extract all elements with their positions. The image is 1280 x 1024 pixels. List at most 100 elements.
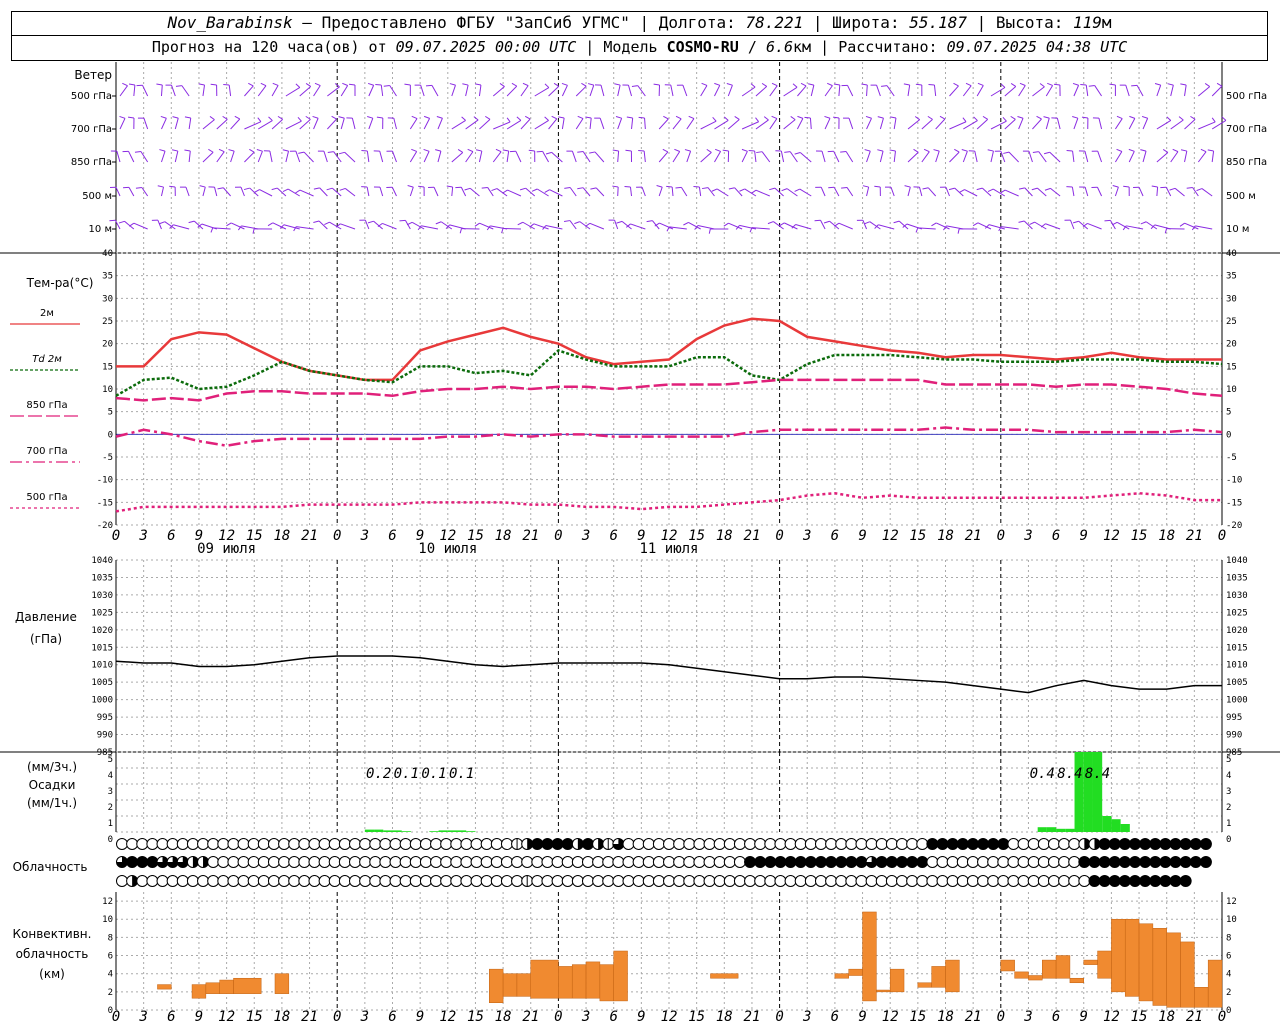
- conv-tick-label-right: 10: [1226, 915, 1237, 925]
- hour-tick-label: 0: [554, 528, 562, 544]
- wind-barb-flag: [1204, 83, 1210, 87]
- cloud-cover-symbol: [865, 838, 878, 850]
- conv-cloud-bar: [848, 968, 863, 976]
- wind-barb-flag: [666, 185, 673, 188]
- wind-barb-shaft: [534, 120, 549, 130]
- cloud-cover-symbol: [1108, 875, 1121, 887]
- wind-barb-flag: [558, 116, 565, 119]
- cloud-cover-symbol: [987, 875, 1000, 887]
- cloud-cover-symbol: [541, 838, 554, 850]
- cloud-cover-symbol: [1179, 856, 1192, 868]
- conv-cloud-bar: [834, 973, 849, 979]
- wind-barb-flag: [425, 84, 433, 87]
- hour-tick-label: 6: [609, 1009, 617, 1024]
- wind-barb-flag: [248, 82, 254, 87]
- wind-barb-shaft: [174, 150, 179, 163]
- wind-barb-shaft: [976, 118, 989, 130]
- cloud-cover-symbol: [794, 838, 807, 850]
- wind-barb-shaft: [686, 118, 695, 130]
- wind-barb-shaft: [1142, 118, 1149, 130]
- temp-tick-label-left: -10: [97, 476, 113, 486]
- cloud-cover-symbol: [683, 875, 696, 887]
- wind-barb-flag: [528, 149, 535, 152]
- wind-barb-flag: [313, 220, 320, 223]
- temp-tick-label-right: 25: [1226, 317, 1237, 327]
- cloud-cover-symbol: [723, 875, 736, 887]
- cloud-cover-symbol: [612, 875, 625, 887]
- temp-series-3: [115, 426, 1223, 447]
- wind-barb-flag: [987, 188, 994, 192]
- wind-barb-shaft: [893, 150, 896, 163]
- wind-barb-shaft: [128, 187, 135, 197]
- conv-cloud-bar: [1166, 932, 1181, 1008]
- cloud-cover-symbol: [1027, 838, 1040, 850]
- wind-barb-flag: [563, 220, 571, 222]
- cloud-cover-symbol: [693, 875, 706, 887]
- wind-barb-shaft: [391, 187, 397, 197]
- wind-barb-shaft: [670, 84, 674, 97]
- wind-barb-shaft: [437, 150, 442, 163]
- precip-tick-label-right: 5: [1226, 755, 1231, 765]
- wind-barb-flag: [423, 115, 430, 119]
- temp-tick-label-right: 15: [1226, 362, 1237, 372]
- cloud-cover-symbol: [592, 875, 605, 887]
- cloud-cover-symbol: [379, 875, 392, 887]
- cloud-cover-symbol: [1037, 875, 1050, 887]
- cloud-cover-symbol: [318, 856, 331, 868]
- wind-barb-shaft: [1114, 118, 1123, 130]
- cloud-cover-symbol: [419, 838, 432, 850]
- wind-barb-shaft: [949, 121, 967, 130]
- cloud-cover-symbol: [399, 838, 412, 850]
- cloud-cover-symbol: [1078, 875, 1091, 887]
- cloud-cover-symbol: [703, 875, 716, 887]
- wind-barb-shaft: [1004, 86, 1017, 97]
- cloud-cover-symbol: [551, 856, 564, 868]
- hour-tick-label: 12: [882, 1009, 899, 1024]
- conv-tick-label-right: 2: [1226, 988, 1231, 998]
- precip-tick-label-left: 0: [108, 835, 113, 845]
- wind-barb-flag: [751, 189, 757, 194]
- wind-barb-flag: [208, 148, 214, 153]
- wind-barb-shaft: [954, 187, 964, 197]
- cloud-cover-symbol: [1179, 875, 1192, 887]
- cloud-cover-symbol: [450, 838, 463, 850]
- cloud-cover-symbol: [1007, 875, 1020, 887]
- wind-barb-flag: [959, 189, 965, 193]
- temp-series-2: [115, 378, 1223, 402]
- cloud-cover-symbol: [1189, 838, 1202, 850]
- hour-tick-label: 21: [522, 1009, 539, 1024]
- cloud-cover-symbol: [227, 856, 240, 868]
- hour-tick-label: 0: [554, 1009, 562, 1024]
- wind-barb-flag: [683, 221, 689, 226]
- hour-tick-label: 21: [965, 528, 982, 544]
- wind-barb-shaft: [879, 150, 884, 163]
- precip-tick-label-right: 4: [1226, 771, 1231, 781]
- hour-tick-label: 3: [360, 528, 369, 544]
- cloud-cover-symbol: [683, 838, 696, 850]
- conv-tick-label-left: 6: [108, 952, 113, 962]
- cloud-cover-symbol: [946, 875, 959, 887]
- wind-barb-flag: [663, 115, 669, 120]
- wind-barb-flag: [327, 151, 334, 154]
- wind-barb-flag: [243, 187, 250, 191]
- pressure-tick-label-right: 1035: [1226, 573, 1248, 583]
- wind-barb-shaft: [1045, 223, 1061, 230]
- wind-barb-shaft: [879, 117, 884, 130]
- wind-barb-flag: [675, 186, 682, 189]
- wind-barb-shaft: [133, 222, 148, 230]
- wind-barb-shaft: [1184, 118, 1196, 130]
- wind-barb-flag: [268, 116, 273, 121]
- wind-barb-shaft: [907, 84, 911, 97]
- wind-barb-flag: [808, 83, 814, 86]
- cloud-cover-symbol: [663, 838, 676, 850]
- wind-barb-shaft: [1114, 186, 1119, 197]
- wind-barb-flag: [965, 82, 972, 87]
- pressure-tick-label-right: 1015: [1226, 643, 1248, 653]
- wind-barb-shaft: [392, 151, 397, 163]
- hour-tick-label: 3: [1023, 1009, 1032, 1024]
- cloud-cover-symbol: [146, 875, 159, 887]
- wind-barb-shaft: [465, 84, 469, 97]
- cloud-cover-symbol: [733, 856, 746, 868]
- hour-tick-label: 3: [138, 528, 147, 544]
- cloud-cover-symbol: [227, 838, 240, 850]
